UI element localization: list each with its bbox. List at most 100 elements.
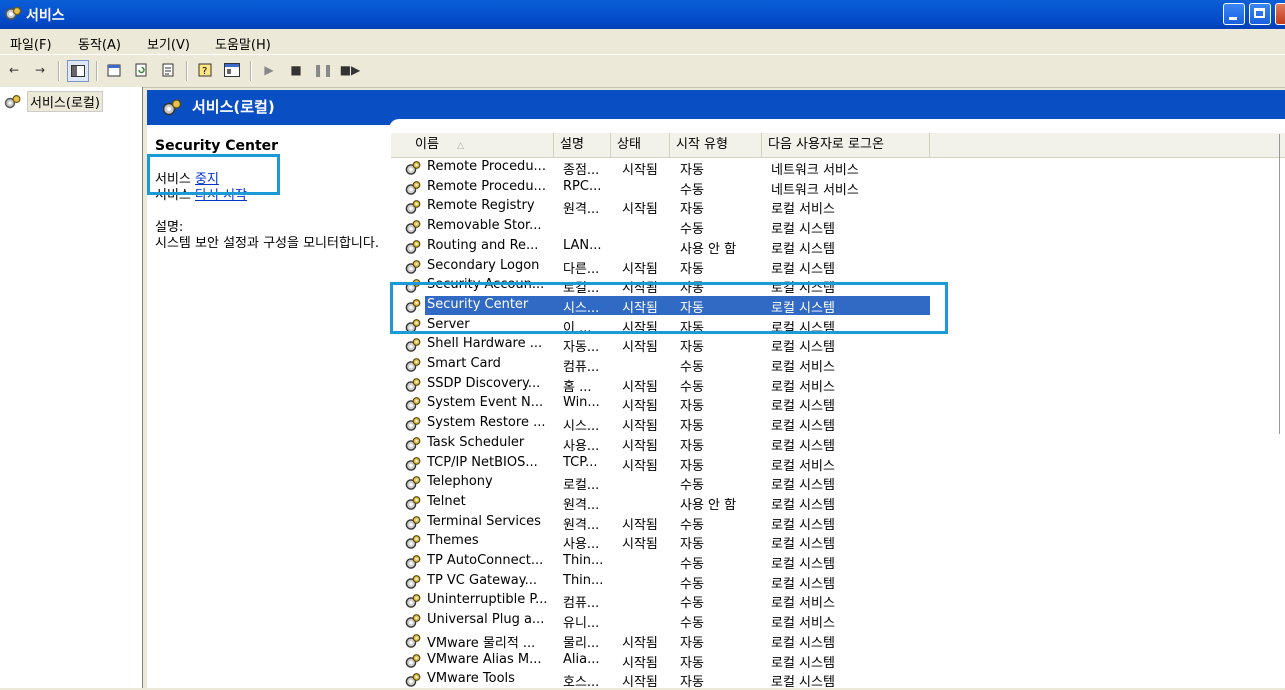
menu-action[interactable]: 동작(A) bbox=[78, 34, 121, 53]
service-description: 시스... bbox=[563, 419, 600, 435]
service-logon-as: 로컬 시스템 bbox=[771, 537, 835, 553]
service-description: 원격... bbox=[563, 517, 600, 533]
services-gear-icon bbox=[4, 94, 21, 108]
service-row[interactable]: Themes 사용... 시작됨 자동 로컬 시스템 bbox=[391, 532, 1285, 552]
vertical-scrollbar[interactable] bbox=[1279, 134, 1285, 434]
menu-file[interactable]: 파일(F) bbox=[10, 34, 52, 53]
service-startup-type: 자동 bbox=[680, 202, 704, 218]
service-gear-icon bbox=[405, 338, 421, 353]
back-arrow-icon[interactable]: ← bbox=[4, 60, 24, 80]
toolbar: ← → ? ▶ ■ ❚❚ ■▶ bbox=[0, 54, 1285, 88]
service-logon-as: 네트워크 서비스 bbox=[771, 163, 859, 178]
stop-service-icon[interactable]: ■ bbox=[286, 60, 306, 80]
service-row[interactable]: Universal Plug a... 유니... 수동 로컬 서비스 bbox=[391, 611, 1285, 631]
service-row[interactable]: TP AutoConnect... Thin... 수동 로컬 시스템 bbox=[391, 552, 1285, 572]
service-description: LAN... bbox=[563, 237, 602, 253]
service-row[interactable]: System Restore ... 시스... 시작됨 자동 로컬 시스템 bbox=[391, 414, 1285, 434]
service-row[interactable]: SSDP Discovery... 홈 ... 시작됨 수동 로컬 서비스 bbox=[391, 375, 1285, 395]
service-row[interactable]: Secondary Logon 다른... 시작됨 자동 로컬 시스템 bbox=[391, 257, 1285, 277]
export-list-icon[interactable] bbox=[158, 60, 178, 80]
selected-row-highlight bbox=[390, 282, 948, 334]
restart-service-icon[interactable]: ■▶ bbox=[340, 60, 361, 80]
service-row[interactable]: TP VC Gateway... Thin... 수동 로컬 시스템 bbox=[391, 572, 1285, 592]
service-name: Remote Registry bbox=[427, 198, 535, 214]
column-header-logon-as[interactable]: 다음 사용자로 로그온 bbox=[762, 133, 930, 157]
service-row[interactable]: VMware 물리적 ... 물리... 시작됨 자동 로컬 시스템 bbox=[391, 631, 1285, 651]
service-status: 시작됨 bbox=[622, 399, 658, 415]
service-description: 사용... bbox=[563, 537, 600, 553]
service-logon-as: 로컬 서비스 bbox=[771, 616, 835, 632]
service-logon-as: 로컬 시스템 bbox=[771, 497, 835, 513]
refresh-icon[interactable] bbox=[131, 60, 151, 80]
service-gear-icon bbox=[405, 673, 421, 687]
menu-view[interactable]: 보기(V) bbox=[147, 34, 190, 53]
service-row[interactable]: Telephony 로컬... 수동 로컬 시스템 bbox=[391, 473, 1285, 493]
service-name: Uninterruptible P... bbox=[427, 592, 548, 608]
service-startup-type: 수동 bbox=[680, 379, 704, 395]
service-row[interactable]: Remote Registry 원격... 시작됨 자동 로컬 서비스 bbox=[391, 197, 1285, 217]
service-name: Removable Stor... bbox=[427, 218, 542, 234]
services-list: 이름 △ 설명 상태 시작 유형 다음 사용자로 로그온 Remote Proc… bbox=[391, 133, 1285, 690]
service-name: VMware 물리적 ... bbox=[427, 635, 536, 651]
service-row[interactable]: Terminal Services 원격... 시작됨 수동 로컬 시스템 bbox=[391, 513, 1285, 533]
service-name: VMware Tools bbox=[427, 671, 515, 687]
forward-arrow-icon[interactable]: → bbox=[30, 60, 50, 80]
column-header-name[interactable]: 이름 △ bbox=[409, 133, 554, 157]
service-row[interactable]: Remote Procedu... RPC... 수동 네트워크 서비스 bbox=[391, 178, 1285, 198]
service-name: TCP/IP NetBIOS... bbox=[427, 454, 538, 470]
service-startup-type: 사용 안 함 bbox=[680, 497, 737, 513]
service-gear-icon bbox=[405, 614, 421, 628]
start-service-icon[interactable]: ▶ bbox=[259, 60, 279, 80]
service-startup-type: 자동 bbox=[680, 340, 704, 356]
column-header-description[interactable]: 설명 bbox=[554, 133, 611, 157]
service-description: Alia... bbox=[563, 651, 600, 667]
service-startup-type: 수동 bbox=[680, 557, 704, 572]
service-name: Telephony bbox=[427, 474, 493, 490]
service-startup-type: 수동 bbox=[680, 596, 704, 612]
service-row[interactable]: Telnet 원격... 사용 안 함 로컬 시스템 bbox=[391, 493, 1285, 513]
service-description: 로컬... bbox=[563, 478, 600, 494]
console-view-icon[interactable] bbox=[222, 60, 242, 80]
minimize-button[interactable] bbox=[1223, 3, 1245, 25]
show-hide-tree-icon[interactable] bbox=[67, 60, 89, 82]
service-status: 시작됨 bbox=[622, 517, 658, 533]
service-description: Win... bbox=[563, 395, 600, 411]
service-row[interactable]: Removable Stor... 수동 로컬 시스템 bbox=[391, 217, 1285, 237]
maximize-button[interactable] bbox=[1249, 3, 1271, 25]
column-header-row: 이름 △ 설명 상태 시작 유형 다음 사용자로 로그온 bbox=[391, 133, 1285, 158]
service-description: 유니... bbox=[563, 616, 600, 632]
column-header-status[interactable]: 상태 bbox=[611, 133, 670, 157]
service-logon-as: 로컬 시스템 bbox=[771, 517, 835, 533]
service-row[interactable]: System Event N... Win... 시작됨 자동 로컬 시스템 bbox=[391, 394, 1285, 414]
tree-node-services-local[interactable]: 서비스(로컬) bbox=[4, 91, 103, 112]
service-row[interactable]: Uninterruptible P... 컴퓨... 수동 로컬 서비스 bbox=[391, 591, 1285, 611]
service-row[interactable]: Shell Hardware ... 자동... 시작됨 자동 로컬 시스템 bbox=[391, 335, 1285, 355]
console-tree: 서비스(로컬) bbox=[0, 87, 143, 688]
service-startup-type: 자동 bbox=[680, 655, 704, 671]
service-row[interactable]: VMware Alias M... Alia... 시작됨 자동 로컬 시스템 bbox=[391, 651, 1285, 671]
svg-text:?: ? bbox=[202, 66, 207, 77]
help-icon[interactable]: ? bbox=[195, 60, 215, 80]
service-logon-as: 로컬 시스템 bbox=[771, 438, 835, 454]
service-status: 시작됨 bbox=[622, 419, 658, 435]
menu-help[interactable]: 도움말(H) bbox=[215, 34, 271, 53]
service-row[interactable]: Routing and Re... LAN... 사용 안 함 로컬 시스템 bbox=[391, 237, 1285, 257]
service-row[interactable]: VMware Tools 호스... 시작됨 자동 로컬 시스템 bbox=[391, 670, 1285, 690]
service-startup-type: 자동 bbox=[680, 419, 704, 435]
pause-service-icon[interactable]: ❚❚ bbox=[313, 60, 333, 80]
service-description: Thin... bbox=[563, 572, 604, 588]
service-row[interactable]: Remote Procedu... 종점... 시작됨 자동 네트워크 서비스 bbox=[391, 158, 1285, 178]
service-gear-icon bbox=[405, 515, 421, 530]
service-logon-as: 로컬 시스템 bbox=[771, 655, 835, 671]
properties-icon[interactable] bbox=[104, 60, 124, 80]
column-header-startup-type[interactable]: 시작 유형 bbox=[670, 133, 762, 157]
column-header-name-label: 이름 bbox=[415, 137, 439, 152]
close-button[interactable] bbox=[1275, 3, 1285, 25]
stop-action-highlight bbox=[147, 154, 280, 195]
service-row[interactable]: Smart Card 컴퓨... 수동 로컬 서비스 bbox=[391, 355, 1285, 375]
service-name: Secondary Logon bbox=[427, 257, 540, 273]
service-row[interactable]: Task Scheduler 사용... 시작됨 자동 로컬 시스템 bbox=[391, 434, 1285, 454]
service-row[interactable]: TCP/IP NetBIOS... TCP... 시작됨 자동 로컬 서비스 bbox=[391, 454, 1285, 474]
service-name: Routing and Re... bbox=[427, 237, 539, 253]
service-logon-as: 로컬 서비스 bbox=[771, 596, 835, 612]
